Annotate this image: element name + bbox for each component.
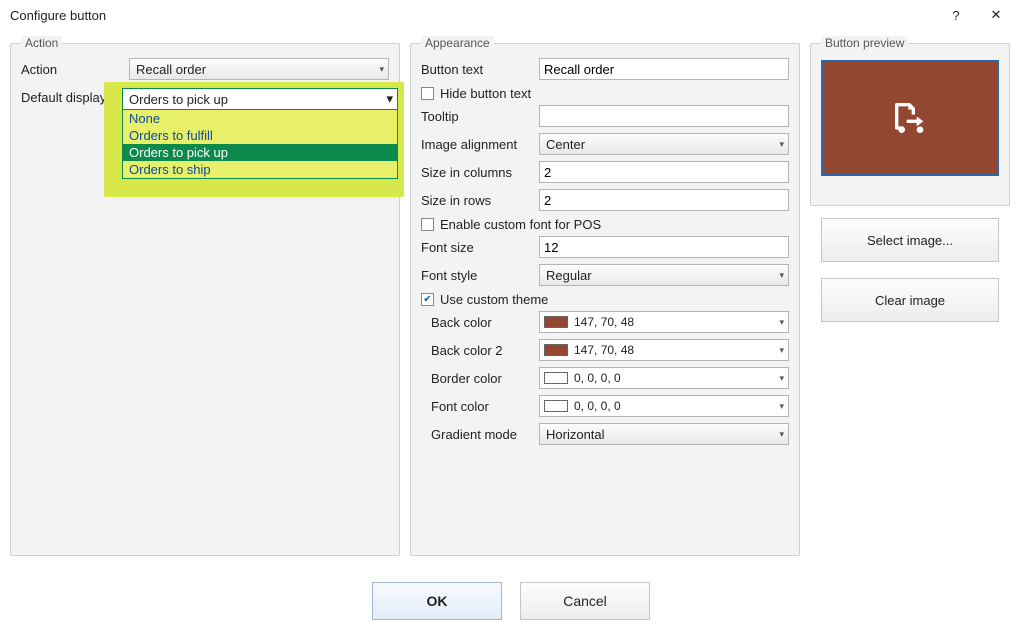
chevron-down-icon: ▾	[779, 317, 784, 328]
use-custom-theme-label: Use custom theme	[440, 292, 548, 307]
action-select[interactable]: Recall order ▾	[129, 58, 389, 80]
use-custom-theme-checkbox[interactable]: ✔	[421, 293, 434, 306]
back-color-label: Back color	[421, 315, 531, 330]
appearance-panel: Appearance Button text Hide button text …	[410, 36, 800, 556]
font-size-input[interactable]	[539, 236, 789, 258]
ok-button[interactable]: OK	[372, 582, 502, 620]
button-text-input[interactable]	[539, 58, 789, 80]
enable-custom-font-label: Enable custom font for POS	[440, 217, 601, 232]
color-swatch	[544, 372, 568, 384]
back-color2-select[interactable]: 147, 70, 48 ▾	[539, 339, 789, 361]
back-color2-label: Back color 2	[421, 343, 531, 358]
font-size-label: Font size	[421, 240, 531, 255]
close-button[interactable]: ✕	[976, 0, 1016, 30]
dropdown-option[interactable]: Orders to pick up	[123, 144, 397, 161]
chevron-down-icon: ▾	[779, 401, 784, 412]
chevron-down-icon: ▾	[779, 373, 784, 384]
dialog-footer: OK Cancel	[0, 570, 1022, 632]
size-columns-input[interactable]	[539, 161, 789, 183]
default-display-select[interactable]: Orders to pick up ▾	[122, 88, 398, 110]
action-label: Action	[21, 62, 121, 77]
size-rows-label: Size in rows	[421, 193, 531, 208]
preview-panel: Button preview Select image... Clear ima…	[810, 36, 1010, 556]
back-color2-value: 147, 70, 48	[574, 343, 773, 357]
button-preview	[821, 60, 999, 176]
color-swatch	[544, 316, 568, 328]
action-select-value: Recall order	[136, 62, 206, 77]
preview-legend: Button preview	[821, 36, 908, 50]
chevron-down-icon: ▾	[779, 139, 784, 150]
gradient-mode-select[interactable]: Horizontal ▾	[539, 423, 789, 445]
dropdown-option[interactable]: Orders to fulfill	[123, 127, 397, 144]
dropdown-option[interactable]: None	[123, 110, 397, 127]
back-color-select[interactable]: 147, 70, 48 ▾	[539, 311, 789, 333]
tooltip-input[interactable]	[539, 105, 789, 127]
border-color-value: 0, 0, 0, 0	[574, 371, 773, 385]
dropdown-option[interactable]: Orders to ship	[123, 161, 397, 178]
font-color-label: Font color	[421, 399, 531, 414]
back-color-value: 147, 70, 48	[574, 315, 773, 329]
content-area: Action Action Recall order ▾ Default dis…	[0, 30, 1022, 556]
title-bar: Configure button ? ✕	[0, 0, 1022, 30]
chevron-down-icon: ▾	[779, 270, 784, 281]
font-style-label: Font style	[421, 268, 531, 283]
image-alignment-label: Image alignment	[421, 137, 531, 152]
image-alignment-value: Center	[546, 137, 585, 152]
hide-button-text-label: Hide button text	[440, 86, 531, 101]
default-display-value: Orders to pick up	[129, 92, 228, 107]
gradient-mode-value: Horizontal	[546, 427, 605, 442]
button-text-label: Button text	[421, 62, 531, 77]
font-color-select[interactable]: 0, 0, 0, 0 ▾	[539, 395, 789, 417]
chevron-down-icon: ▾	[779, 429, 784, 440]
image-alignment-select[interactable]: Center ▾	[539, 133, 789, 155]
clear-image-button[interactable]: Clear image	[821, 278, 999, 322]
font-style-value: Regular	[546, 268, 592, 283]
font-style-select[interactable]: Regular ▾	[539, 264, 789, 286]
action-panel: Action Action Recall order ▾ Default dis…	[10, 36, 400, 556]
enable-custom-font-checkbox[interactable]	[421, 218, 434, 231]
truck-document-icon	[890, 98, 930, 138]
gradient-mode-label: Gradient mode	[421, 427, 531, 442]
chevron-down-icon: ▾	[386, 91, 393, 107]
color-swatch	[544, 344, 568, 356]
default-display-options: None Orders to fulfill Orders to pick up…	[122, 110, 398, 179]
action-legend: Action	[21, 36, 62, 50]
size-columns-label: Size in columns	[421, 165, 531, 180]
font-color-value: 0, 0, 0, 0	[574, 399, 773, 413]
window-title: Configure button	[10, 8, 936, 23]
border-color-label: Border color	[421, 371, 531, 386]
select-image-button[interactable]: Select image...	[821, 218, 999, 262]
hide-button-text-checkbox[interactable]	[421, 87, 434, 100]
cancel-button[interactable]: Cancel	[520, 582, 650, 620]
chevron-down-icon: ▾	[379, 64, 384, 75]
appearance-legend: Appearance	[421, 36, 494, 50]
chevron-down-icon: ▾	[779, 345, 784, 356]
size-rows-input[interactable]	[539, 189, 789, 211]
border-color-select[interactable]: 0, 0, 0, 0 ▾	[539, 367, 789, 389]
color-swatch	[544, 400, 568, 412]
dropdown-highlight: Orders to pick up ▾ None Orders to fulfi…	[104, 82, 404, 197]
help-button[interactable]: ?	[936, 0, 976, 30]
tooltip-label: Tooltip	[421, 109, 531, 124]
